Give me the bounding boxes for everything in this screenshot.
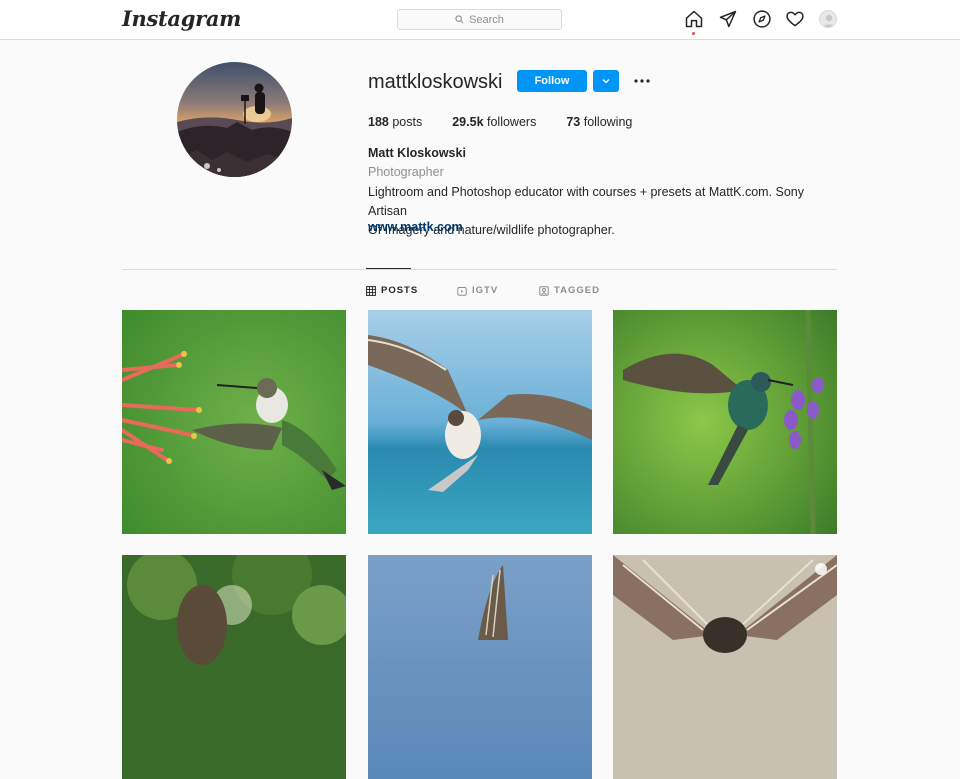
instagram-logo[interactable]: Instagram <box>122 6 241 31</box>
explore-icon[interactable] <box>752 9 772 29</box>
chevron-down-icon <box>602 79 610 84</box>
profile-website-link[interactable]: www.mattk.com <box>368 220 463 234</box>
post-tile[interactable] <box>613 555 837 779</box>
post-image-osprey-wings-spread <box>613 555 837 779</box>
tabs-divider <box>122 269 837 270</box>
tab-tagged[interactable]: TAGGED <box>539 285 600 296</box>
profile-avatar[interactable] <box>819 10 837 28</box>
posts-stat: 188 posts <box>368 115 422 129</box>
post-tile[interactable] <box>122 310 346 534</box>
igtv-icon <box>457 286 467 296</box>
follow-button[interactable]: Follow <box>517 70 587 92</box>
post-image-hummingbird-red-flowers <box>122 310 346 534</box>
profile-username: mattkloskowski <box>368 71 503 93</box>
notification-dot <box>692 32 695 35</box>
following-stat[interactable]: 73 following <box>566 115 632 129</box>
post-image-hummingbird-purple-flowers <box>613 310 837 534</box>
post-tile[interactable] <box>122 555 346 779</box>
profile-full-name: Matt Kloskowski <box>368 146 466 160</box>
post-image-bird-in-tree <box>122 555 346 779</box>
tagged-icon <box>539 285 549 296</box>
followers-stat[interactable]: 29.5k followers <box>452 115 536 129</box>
more-options-button[interactable] <box>632 72 652 90</box>
home-icon[interactable] <box>684 9 704 35</box>
post-image-bird-wing-over-water <box>368 555 592 779</box>
active-tab-indicator <box>366 268 411 269</box>
tab-posts[interactable]: POSTS <box>366 285 418 296</box>
direct-icon[interactable] <box>718 9 738 29</box>
heart-icon[interactable] <box>785 9 805 29</box>
followers-count: 29.5k <box>452 115 484 129</box>
post-tile[interactable] <box>613 310 837 534</box>
tab-igtv[interactable]: IGTV <box>457 285 498 296</box>
post-image-osprey-with-fish <box>368 310 592 534</box>
tab-label: IGTV <box>472 285 499 296</box>
profile-category: Photographer <box>368 165 444 179</box>
profile-picture[interactable] <box>177 62 292 177</box>
search-input[interactable]: Search <box>397 9 562 30</box>
following-count: 73 <box>566 115 581 129</box>
suggestions-dropdown-button[interactable] <box>593 70 619 92</box>
tab-label: TAGGED <box>554 285 600 296</box>
following-label: following <box>583 115 633 129</box>
followers-label: followers <box>487 115 537 129</box>
post-tile[interactable] <box>368 555 592 779</box>
more-dots-icon <box>634 79 650 83</box>
profile-stats: 188 posts 29.5k followers 73 following <box>368 115 662 129</box>
posts-label: posts <box>392 115 423 129</box>
tab-label: POSTS <box>381 285 419 296</box>
search-icon <box>455 15 464 24</box>
top-navigation-bar: Instagram Search <box>0 0 960 40</box>
bio-line: Lightroom and Photoshop educator with co… <box>368 185 804 218</box>
grid-icon <box>366 285 376 296</box>
post-tile[interactable] <box>368 310 592 534</box>
posts-count: 188 <box>368 115 389 129</box>
search-placeholder: Search <box>469 13 504 26</box>
